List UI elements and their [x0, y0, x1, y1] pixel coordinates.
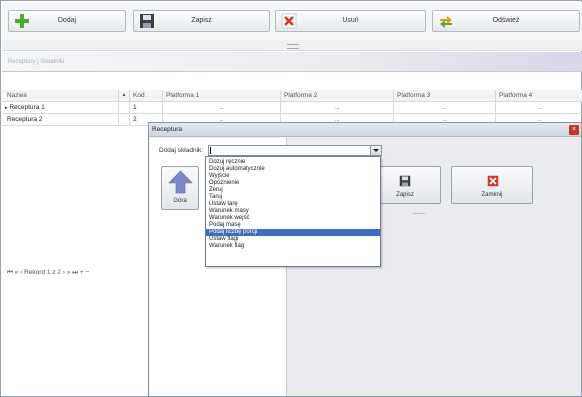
dropdown-option[interactable]: Podaj masę [206, 222, 380, 229]
up-arrow-icon [168, 170, 193, 194]
dropdown-option[interactable]: Ustaw flagi [206, 236, 380, 243]
column-header-platform-3[interactable]: Platforma 3 [394, 90, 496, 101]
row-name: Receptura 2 [2, 114, 119, 125]
add-ingredient-label: Dodaj składnik: [159, 147, 204, 154]
dialog-close-button[interactable]: Zamknij [451, 166, 533, 204]
dropdown-option[interactable]: Podaj liczbę porcji [206, 229, 380, 236]
dropdown-option[interactable]: Warunek flag [206, 243, 380, 250]
column-header-platform-4[interactable]: Platforma 4 [496, 90, 582, 101]
group-header: Receptury | Składniki [2, 52, 582, 72]
prev-page-icon[interactable]: « [15, 269, 19, 276]
row-platform-1[interactable]: ... [163, 102, 281, 113]
close-icon[interactable]: × [569, 125, 579, 135]
delete-button[interactable]: Usuń [275, 10, 426, 32]
record-navigator: ⏮ « ‹ Rekord 1 z 2 › » ⏭ + − [7, 269, 153, 279]
dropdown-option[interactable]: Wyjście [206, 173, 380, 180]
dropdown-option[interactable]: Opóźnienie [206, 180, 380, 187]
prev-record-icon[interactable]: ‹ [20, 269, 22, 276]
add-record-icon[interactable]: + [80, 269, 84, 276]
up-button[interactable]: Góra [161, 166, 199, 210]
splitter[interactable] [2, 40, 582, 51]
column-header-platform-1[interactable]: Platforma 1 [163, 90, 281, 101]
delete-button-label: Usuń [342, 17, 359, 24]
up-button-label: Góra [173, 198, 187, 204]
row-name: Receptura 1 [9, 104, 45, 111]
close-x-icon [487, 175, 499, 187]
splitter-grip[interactable] [287, 44, 299, 49]
group-header-title: Receptury | Składniki [8, 59, 65, 65]
save-button[interactable]: Zapisz [133, 10, 270, 32]
last-record-icon[interactable]: ⏭ [72, 269, 78, 276]
row-code: 1 [130, 102, 163, 113]
dropdown-option[interactable]: Zeruj [206, 187, 380, 194]
add-button[interactable]: Dodaj [8, 10, 126, 32]
dropdown-option[interactable]: Taruj [206, 194, 380, 201]
dropdown-option[interactable]: Warunek wejść [206, 215, 380, 222]
dropdown-option[interactable]: Dozuj ręcznie [206, 159, 380, 166]
row-platform-4[interactable]: ... [496, 102, 582, 113]
dialog-title-bar[interactable]: Receptura × [149, 123, 581, 137]
text-cursor [210, 147, 211, 154]
chevron-down-icon[interactable] [370, 146, 381, 155]
record-position: Rekord 1 z 2 [24, 269, 61, 276]
dropdown-option[interactable]: Dozuj automatycznie [206, 166, 380, 173]
refresh-button-label: Odśwież [492, 17, 520, 24]
dialog-title: Receptura [152, 126, 182, 133]
resize-grip[interactable]: —— [413, 211, 425, 217]
table-row[interactable]: ▸ Receptura 1 1 ... ... ... ... [2, 102, 582, 114]
add-ingredient-combobox[interactable] [208, 145, 382, 156]
current-row-indicator-icon: ▸ [5, 105, 8, 111]
grid-header-row: Nazwa ▲ Kod Platforma 1 Platforma 2 Plat… [2, 90, 582, 102]
next-record-icon[interactable]: › [63, 269, 65, 276]
sort-arrow-icon[interactable]: ▲ [119, 90, 130, 101]
remove-record-icon[interactable]: − [85, 269, 89, 276]
row-platform-2[interactable]: ... [281, 102, 394, 113]
dropdown-option[interactable]: Ustaw tarę [206, 201, 380, 208]
first-record-icon[interactable]: ⏮ [7, 269, 13, 276]
dropdown-option[interactable]: Warunek masy [206, 208, 380, 215]
row-platform-3[interactable]: ... [394, 102, 496, 113]
column-header-name[interactable]: Nazwa [2, 90, 119, 101]
save-button-label: Zapisz [191, 17, 212, 24]
dialog-close-button-label: Zamknij [481, 192, 503, 198]
refresh-button[interactable]: Odśwież [432, 10, 580, 32]
next-page-icon[interactable]: » [67, 269, 71, 276]
column-header-platform-2[interactable]: Platforma 2 [281, 90, 394, 101]
toolbar: Dodaj Zapisz Usuń Odśwież [2, 2, 582, 40]
add-button-label: Dodaj [57, 17, 77, 24]
ingredient-dropdown-list[interactable]: Dozuj ręcznie Dozuj automatycznie Wyjście O… [205, 156, 381, 267]
column-header-code[interactable]: Kod [130, 90, 163, 101]
floppy-disk-icon [399, 175, 411, 187]
